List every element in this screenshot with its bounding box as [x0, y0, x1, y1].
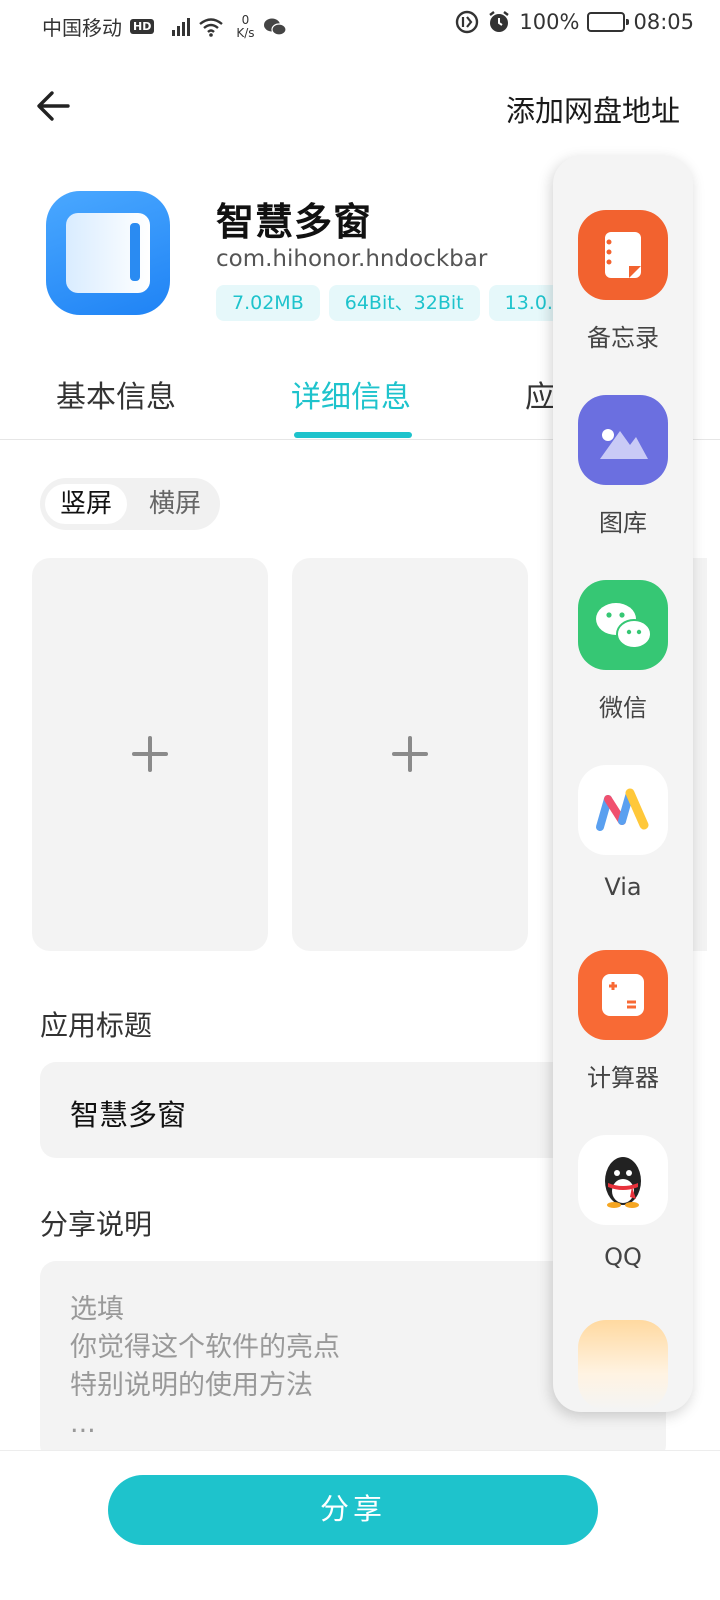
landscape-option[interactable]: 横屏	[134, 484, 216, 524]
add-screenshot-slot-3-edge[interactable]	[693, 558, 707, 951]
wechat-icon	[578, 580, 668, 670]
battery-icon	[587, 12, 630, 32]
add-screenshot-slot-1[interactable]	[32, 558, 268, 951]
plus-icon	[392, 736, 428, 772]
dock-item-gallery[interactable]: 图库	[553, 395, 693, 565]
bottom-bar: 分享	[0, 1450, 720, 1600]
app-icon	[46, 191, 170, 315]
carrier-label: 中国移动	[42, 16, 122, 40]
dock-item-calculator[interactable]: 计算器	[553, 950, 693, 1120]
calculator-icon	[578, 950, 668, 1040]
portrait-option[interactable]: 竖屏	[45, 484, 127, 524]
arrow-left-icon	[37, 91, 70, 121]
dock-item-label: 计算器	[587, 1064, 659, 1092]
dock-item-qq[interactable]: QQ	[553, 1135, 693, 1305]
app-title-label: 应用标题	[40, 1009, 153, 1042]
tab-app[interactable]: 应	[525, 372, 555, 416]
signal-icon	[172, 17, 191, 36]
clock: 08:05	[633, 10, 694, 34]
tab-basic-info[interactable]: 基本信息	[56, 372, 176, 416]
header: 添加网盘地址	[0, 70, 720, 142]
app-icon-bar	[130, 223, 140, 281]
tab-detail-info[interactable]: 详细信息	[291, 372, 411, 416]
orientation-toggle: 竖屏 横屏	[40, 478, 220, 530]
dock-item-via[interactable]: Via	[553, 765, 693, 935]
app-name: 智慧多窗	[216, 200, 373, 244]
back-button[interactable]	[34, 86, 74, 126]
dock-item-memo[interactable]: 备忘录	[553, 210, 693, 380]
dock-item-wechat[interactable]: 微信	[553, 580, 693, 750]
share-button[interactable]: 分享	[108, 1475, 598, 1545]
hd-badge: HD	[130, 19, 155, 34]
dock-item-label: Via	[604, 873, 642, 901]
dock-item-label: 备忘录	[587, 324, 659, 352]
gallery-icon	[578, 395, 668, 485]
speed-unit: K/s	[236, 25, 255, 40]
add-screenshot-slot-2[interactable]	[292, 558, 528, 951]
app-package: com.hihonor.hndockbar	[216, 246, 488, 272]
qq-icon	[578, 1135, 668, 1225]
wifi-icon	[199, 17, 224, 37]
dock-item-label: 图库	[599, 509, 647, 537]
battery-percent: 100%	[519, 10, 580, 34]
tag-size: 7.02MB	[216, 285, 320, 321]
plus-icon	[132, 736, 168, 772]
wechat-notification-icon	[263, 18, 287, 36]
dock-item-label: 微信	[599, 694, 647, 722]
share-description-placeholder: 选填 你觉得这个软件的亮点 特别说明的使用方法 ...	[70, 1294, 340, 1439]
tag-arch: 64Bit、32Bit	[328, 285, 480, 321]
app-tags: 7.02MB 64Bit、32Bit 13.0.1	[216, 285, 582, 321]
dock-item-label: QQ	[604, 1243, 642, 1271]
data-saver-icon	[456, 10, 479, 34]
alarm-icon	[489, 11, 510, 32]
dock-item-partial[interactable]	[553, 1320, 693, 1412]
app-title-value: 智慧多窗	[70, 1098, 187, 1132]
status-right: 100% 08:05	[455, 10, 694, 34]
tab-indicator	[294, 432, 412, 438]
app-icon-partial	[578, 1320, 668, 1410]
memo-icon	[578, 210, 668, 300]
speed-value: 0	[241, 12, 250, 27]
share-description-label: 分享说明	[40, 1208, 153, 1241]
status-left: 中国移动 HD 0 K/s	[42, 12, 287, 41]
network-speed: 0 K/s	[236, 12, 255, 40]
smart-dock-panel: 备忘录 图库 微信 Via 计算器 QQ	[553, 156, 693, 1412]
add-cloud-address-button[interactable]: 添加网盘地址	[506, 88, 680, 130]
via-icon	[578, 765, 668, 855]
status-bar: 中国移动 HD 0 K/s 100% 08:05	[0, 0, 720, 52]
